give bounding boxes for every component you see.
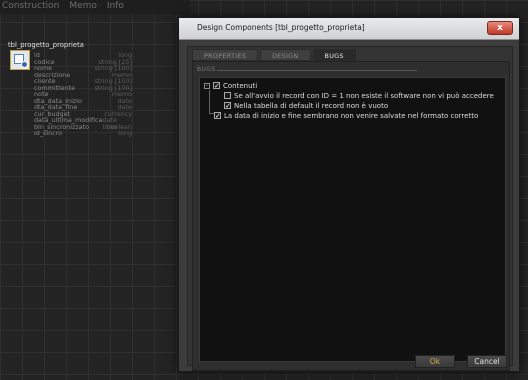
bugs-panel: BUGS - ✓ Contenuti Se all'avvio il recor… (192, 61, 510, 371)
dialog-titlebar[interactable]: Design Components [tbl_progetto_propriet… (179, 18, 519, 40)
menu-item-memo[interactable]: Memo (69, 0, 97, 14)
top-menu: Construction Memo Info (0, 0, 190, 14)
tab-properties[interactable]: PROPERTIES (192, 49, 259, 61)
tree-node-label: La data di inizio e fine sembrano non ve… (224, 111, 479, 120)
checkbox-item[interactable]: ✓ (214, 112, 221, 120)
tree-node-contenuti[interactable]: - ✓ Contenuti (204, 81, 257, 90)
tree-node-item[interactable]: ✓ La data di inizio e fine sembrano non … (214, 111, 478, 120)
tab-bugs[interactable]: BUGS (312, 49, 356, 61)
tree-node-child[interactable]: ✓ Nella tabella di default il record non… (224, 101, 388, 110)
tree-node-label: Contenuti (223, 81, 258, 90)
design-components-dialog: Design Components [tbl_progetto_propriet… (178, 17, 520, 372)
tree-node-label: Se all'avvio il record con ID = 1 non es… (234, 91, 494, 100)
entity-field-row[interactable]: id_sincro long (8, 130, 138, 137)
dialog-title: Design Components [tbl_progetto_propriet… (197, 23, 365, 32)
menu-item-info[interactable]: Info (107, 0, 124, 14)
tab-design[interactable]: DESIGN (260, 49, 311, 61)
collapse-icon[interactable]: - (204, 82, 210, 89)
tree-node-label: Nella tabella di default il record non è… (234, 101, 389, 110)
tab-bar: PROPERTIES DESIGN BUGS (192, 49, 358, 61)
field-name: id_sincro (34, 129, 63, 137)
menu-item-construction[interactable]: Construction (2, 0, 59, 14)
checkbox-child-1[interactable] (224, 92, 231, 99)
cancel-button[interactable]: Cancel (467, 355, 507, 368)
tree-node-child[interactable]: Se all'avvio il record con ID = 1 non es… (224, 91, 494, 100)
section-label: BUGS (197, 66, 216, 73)
field-type: long (118, 129, 132, 137)
bugs-tree[interactable]: - ✓ Contenuti Se all'avvio il record con… (199, 77, 506, 362)
dialog-body: PROPERTIES DESIGN BUGS BUGS - ✓ Contenut… (187, 46, 513, 371)
section-divider (217, 70, 417, 71)
tree-connector (209, 90, 210, 114)
table-entity[interactable]: tbl_progetto_proprieta id long codice strin… (8, 40, 138, 136)
entity-fields: id long codice string [25] nome string [100] d… (8, 52, 138, 137)
checkbox-child-2[interactable]: ✓ (224, 102, 231, 110)
entity-title: tbl_progetto_proprieta (8, 41, 84, 49)
close-button[interactable]: x (487, 21, 513, 35)
ok-button[interactable]: Ok (415, 355, 455, 368)
checkbox-contenuti[interactable]: ✓ (213, 82, 220, 90)
